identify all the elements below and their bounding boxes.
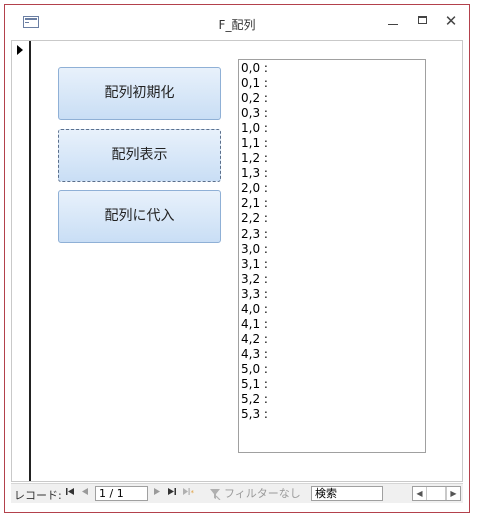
first-record-button[interactable] — [64, 487, 76, 500]
close-icon: ✕ — [444, 12, 458, 30]
scroll-left-icon[interactable]: ◀ — [413, 487, 427, 500]
record-navigation-bar: レコード: 1 / 1 * フィルターなし 検索 ◀ ▶ — [11, 483, 463, 503]
list-item[interactable]: 2,3 : — [241, 227, 423, 242]
form-detail: 配列初期化 配列表示 配列に代入 0,0 :0,1 :0,2 :0,3 :1,0… — [11, 40, 463, 482]
current-record-icon — [17, 45, 23, 55]
minimize-icon — [388, 24, 398, 25]
scroll-right-icon[interactable]: ▶ — [446, 487, 460, 500]
list-item[interactable]: 1,1 : — [241, 136, 423, 151]
current-record-field[interactable]: 1 / 1 — [95, 486, 148, 501]
next-record-icon — [154, 488, 160, 495]
search-input[interactable]: 検索 — [311, 486, 383, 501]
new-record-button[interactable]: * — [181, 487, 197, 500]
list-item[interactable]: 2,2 : — [241, 211, 423, 226]
filter-status[interactable]: フィルターなし — [209, 486, 303, 501]
list-item[interactable]: 2,0 : — [241, 181, 423, 196]
list-item[interactable]: 0,1 : — [241, 76, 423, 91]
list-item[interactable]: 1,2 : — [241, 151, 423, 166]
assign-array-button[interactable]: 配列に代入 — [58, 190, 221, 243]
previous-record-button[interactable] — [79, 487, 91, 500]
close-button[interactable]: ✕ — [439, 11, 463, 31]
list-item[interactable]: 3,3 : — [241, 287, 423, 302]
list-item[interactable]: 5,0 : — [241, 362, 423, 377]
array-listbox[interactable]: 0,0 :0,1 :0,2 :0,3 :1,0 :1,1 :1,2 :1,3 :… — [238, 59, 426, 453]
list-item[interactable]: 2,1 : — [241, 196, 423, 211]
list-item[interactable]: 0,3 : — [241, 106, 423, 121]
scroll-thumb[interactable] — [427, 487, 446, 500]
filter-icon — [210, 489, 221, 500]
maximize-icon — [418, 16, 427, 24]
list-item[interactable]: 1,3 : — [241, 166, 423, 181]
list-item[interactable]: 5,3 : — [241, 407, 423, 422]
record-selector[interactable] — [12, 41, 31, 481]
previous-record-icon — [82, 488, 88, 495]
first-record-icon — [66, 488, 74, 495]
record-label: レコード: — [14, 489, 62, 502]
list-item[interactable]: 4,2 : — [241, 332, 423, 347]
show-array-button[interactable]: 配列表示 — [58, 129, 221, 182]
last-record-icon — [168, 488, 176, 495]
list-item[interactable]: 3,2 : — [241, 272, 423, 287]
list-item[interactable]: 4,1 : — [241, 317, 423, 332]
maximize-button[interactable] — [411, 11, 435, 31]
list-item[interactable]: 1,0 : — [241, 121, 423, 136]
list-item[interactable]: 4,0 : — [241, 302, 423, 317]
list-item[interactable]: 5,2 : — [241, 392, 423, 407]
next-record-button[interactable] — [151, 487, 163, 500]
new-record-icon: * — [183, 488, 195, 497]
init-array-button[interactable]: 配列初期化 — [58, 67, 221, 120]
list-item[interactable]: 3,0 : — [241, 242, 423, 257]
list-item[interactable]: 0,2 : — [241, 91, 423, 106]
last-record-button[interactable] — [166, 487, 178, 500]
title-bar: F_配列 ✕ — [5, 5, 469, 39]
svg-text:*: * — [191, 489, 195, 496]
list-item[interactable]: 4,3 : — [241, 347, 423, 362]
list-item[interactable]: 3,1 : — [241, 257, 423, 272]
form-window: F_配列 ✕ 配列初期化 配列表示 配列に代入 0,0 :0,1 :0,2 :0… — [4, 4, 470, 513]
list-item[interactable]: 0,0 : — [241, 61, 423, 76]
list-item[interactable]: 5,1 : — [241, 377, 423, 392]
horizontal-scrollbar[interactable]: ◀ ▶ — [412, 486, 461, 501]
minimize-button[interactable] — [381, 11, 405, 31]
filter-label: フィルターなし — [224, 487, 301, 500]
